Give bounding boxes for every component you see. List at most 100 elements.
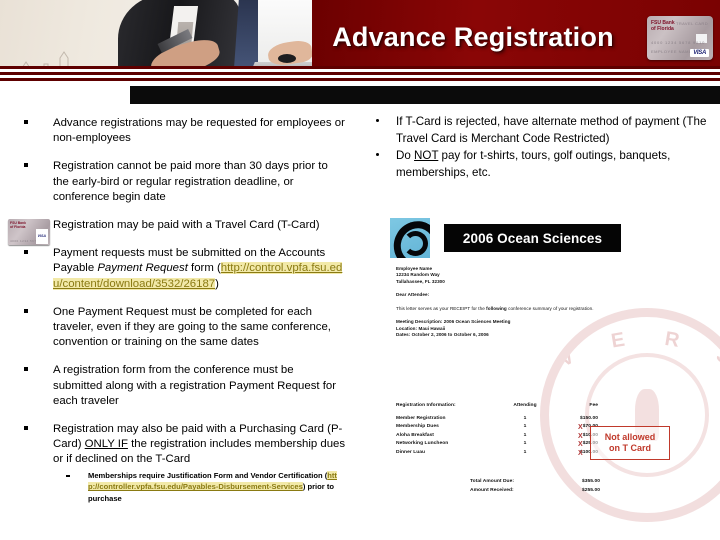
bullet-marker-icon bbox=[24, 120, 28, 124]
bullet-purchasing-card: Registration may also be paid with a Pur… bbox=[0, 422, 352, 468]
totals-label: Amount Received: bbox=[470, 487, 514, 493]
table-row: Networking Luncheon 1 $25.00 bbox=[396, 440, 606, 449]
page-title: Advance Registration bbox=[332, 22, 614, 52]
cell-item: Aloha Breakfast bbox=[396, 432, 434, 438]
table-row: Member Registration 1 $150.00 bbox=[396, 415, 606, 424]
cell-item: Dinner Luau bbox=[396, 449, 426, 455]
cell-fee: $150.00 bbox=[579, 415, 598, 421]
cell-attending: 1 bbox=[523, 424, 527, 430]
right-content-column: If T-Card is rejected, have alternate me… bbox=[356, 112, 720, 182]
card-network-top: TRAVEL CARD bbox=[676, 21, 708, 26]
bullet-text-mid: form ( bbox=[187, 262, 221, 275]
receipt-totals: Total Amount Due: $355.00 Amount Receive… bbox=[470, 478, 606, 495]
card-bank-name-text: FSU Bank bbox=[651, 20, 675, 26]
slide: UNIVERSITY bbox=[0, 0, 720, 540]
bullet-one-payment-request: One Payment Request must be completed fo… bbox=[0, 305, 352, 351]
not-allowed-annotation: Not allowed on T Card bbox=[590, 426, 670, 460]
letter-body-bold: following bbox=[486, 305, 507, 311]
bullet-text: One Payment Request must be completed fo… bbox=[53, 305, 331, 349]
payment-request-form-italic: Payment Request bbox=[97, 262, 188, 275]
totals-value: $355.00 bbox=[581, 479, 600, 484]
column-header-fee: Fee bbox=[589, 403, 598, 408]
table-header-row: Registration Information: Attending Fee bbox=[396, 402, 606, 411]
thumb-number: 4000 1234 5678 bbox=[10, 239, 39, 244]
table-row: Dinner Luau 1 $100.00 bbox=[396, 449, 606, 458]
photo-mouse bbox=[278, 54, 296, 63]
card-bank-name: FSU Bank of Florida bbox=[651, 20, 675, 33]
totals-value: $255.00 bbox=[581, 487, 600, 493]
letter-body-after: conference summary of your registration. bbox=[506, 305, 594, 311]
card-bank-sub-text: of Florida bbox=[651, 26, 674, 33]
receipt-table: Registration Information: Attending Fee … bbox=[396, 402, 606, 458]
thumb-visa-logo: VISA bbox=[35, 228, 48, 245]
bullet-marker-icon bbox=[376, 153, 380, 157]
only-if-underline: ONLY IF bbox=[84, 438, 128, 451]
letter-meeting-line: Dates: October 2, 2006 to October 6, 200… bbox=[396, 332, 489, 338]
cell-attending: 1 bbox=[523, 441, 527, 447]
totals-row: Amount Received: $255.00 bbox=[470, 487, 606, 496]
header-stripe-group bbox=[0, 66, 720, 86]
x-mark-icon: X bbox=[578, 424, 583, 431]
thumb-bank-name: FSU Bank of Florida bbox=[10, 221, 27, 230]
bullet-text-after: ) bbox=[215, 277, 219, 290]
letter-body-before: This letter serves as your RECEIPT for t… bbox=[396, 305, 487, 311]
sub-bullet-memberships: Memberships require Justification Form a… bbox=[0, 470, 352, 505]
card-number: 4000 1234 5678 9010 bbox=[651, 40, 706, 45]
bullet-payment-request: Payment requests must be submitted on th… bbox=[0, 246, 352, 292]
bullet-travel-card: FSU Bank of Florida 4000 1234 5678 VISA R… bbox=[0, 218, 352, 246]
bullet-registration-form: A registration form from the conference … bbox=[0, 363, 352, 409]
table-row: Membership Dues 1 $70.00 bbox=[396, 423, 606, 432]
bullet-text: Advance registrations may be requested f… bbox=[53, 117, 345, 145]
seal-letter: V bbox=[555, 343, 582, 372]
bullet-text: If T-Card is rejected, have alternate me… bbox=[396, 115, 707, 145]
cell-item: Networking Luncheon bbox=[396, 441, 449, 447]
bullet-text-after: pay for t-shirts, tours, golf outings, b… bbox=[396, 149, 671, 179]
letter-body: This letter serves as your RECEIPT for t… bbox=[396, 306, 596, 313]
bullet-do-not-pay: Do NOT pay for t-shirts, tours, golf out… bbox=[356, 148, 720, 181]
cell-attending: 1 bbox=[523, 415, 527, 421]
seal-letter: E bbox=[609, 327, 631, 353]
bullet-thirty-days: Registration cannot be paid more than 30… bbox=[0, 159, 352, 205]
disallowed-x-marks: X X X X bbox=[578, 424, 583, 459]
bullet-marker-icon bbox=[24, 250, 28, 255]
bullet-marker-icon bbox=[24, 367, 28, 372]
cell-attending: 1 bbox=[523, 432, 527, 438]
slide-header: Advance Registration FSU Bank of Florida… bbox=[0, 0, 720, 104]
conference-logo-title: 2006 Ocean Sciences bbox=[444, 224, 621, 252]
travel-card-thumbnail-icon: FSU Bank of Florida 4000 1234 5678 VISA bbox=[8, 219, 50, 246]
column-header-item: Registration Information: bbox=[396, 403, 456, 408]
bullet-marker-icon bbox=[24, 308, 28, 313]
visa-logo: VISA bbox=[690, 49, 709, 57]
x-mark-icon: X bbox=[578, 441, 583, 449]
bullet-text-before: Do bbox=[396, 149, 415, 162]
bullet-advance-registrations: Advance registrations may be requested f… bbox=[0, 116, 352, 146]
sub-bullet-text-before: Memberships require Justification Form a… bbox=[88, 470, 328, 480]
cell-item: Membership Dues bbox=[396, 424, 439, 430]
sub-bullet-marker-icon bbox=[66, 474, 70, 477]
bullet-marker-icon bbox=[24, 426, 28, 431]
not-underline: NOT bbox=[414, 149, 439, 162]
table-row: Aloha Breakfast 1 $10.00 bbox=[396, 432, 606, 441]
receipt-letter-image: Employee Name 12234 Random Way Tallahass… bbox=[396, 266, 596, 338]
annotation-line-2: on T Card bbox=[609, 443, 651, 453]
x-mark-icon: X bbox=[578, 432, 583, 440]
bullet-t-card-rejected: If T-Card is rejected, have alternate me… bbox=[356, 114, 720, 147]
spiral-inner-icon bbox=[403, 231, 428, 256]
travel-card-image: FSU Bank of Florida TRAVEL CARD 4000 123… bbox=[647, 16, 713, 60]
cell-item: Member Registration bbox=[396, 415, 446, 421]
bullet-text: Registration cannot be paid more than 30… bbox=[53, 160, 328, 203]
annotation-line-1: Not allowed bbox=[604, 432, 656, 442]
cell-attending: 1 bbox=[523, 449, 527, 455]
column-header-attending: Attending bbox=[513, 403, 537, 408]
x-mark-icon: X bbox=[578, 450, 583, 458]
ocean-spiral-icon bbox=[390, 218, 430, 258]
left-content-column: Advance registrations may be requested f… bbox=[0, 112, 352, 504]
bullet-text: Registration may be paid with a Travel C… bbox=[53, 219, 320, 232]
totals-row: Total Amount Due: $355.00 bbox=[470, 478, 606, 487]
bullet-text: A registration form from the conference … bbox=[53, 364, 337, 407]
totals-label: Total Amount Due: bbox=[470, 479, 515, 484]
header-black-band-gap bbox=[0, 86, 130, 104]
bullet-marker-icon bbox=[376, 119, 380, 123]
card-holder: EMPLOYEE NAME bbox=[651, 49, 693, 54]
bullet-marker-icon bbox=[24, 163, 28, 168]
